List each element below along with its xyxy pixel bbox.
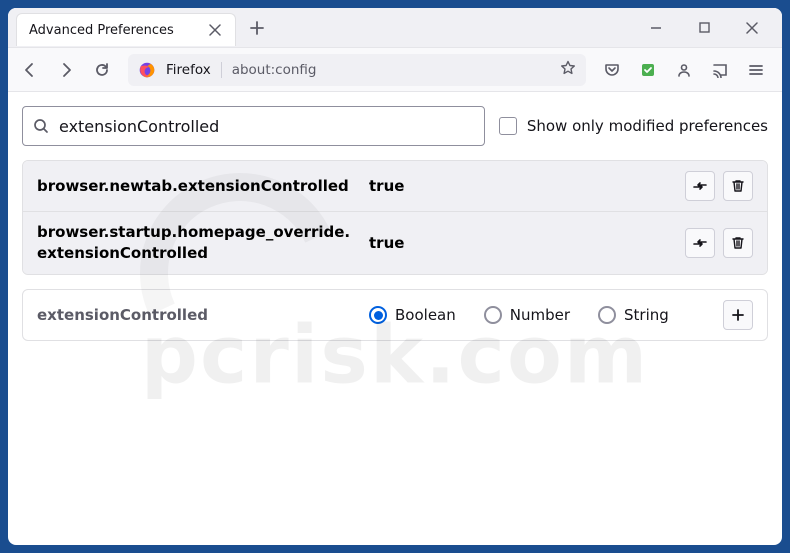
checkbox-icon bbox=[499, 117, 517, 135]
forward-button[interactable] bbox=[50, 54, 82, 86]
search-icon bbox=[33, 118, 49, 134]
url-identity-label: Firefox bbox=[166, 62, 222, 78]
close-window-button[interactable] bbox=[730, 12, 774, 44]
delete-button[interactable] bbox=[723, 228, 753, 258]
type-radio-string[interactable]: String bbox=[598, 306, 669, 324]
search-value: extensionControlled bbox=[59, 117, 219, 136]
url-bar[interactable]: Firefox about:config bbox=[128, 54, 586, 86]
type-radio-boolean[interactable]: Boolean bbox=[369, 306, 456, 324]
url-text: about:config bbox=[232, 62, 317, 78]
about-config-search-input[interactable]: extensionControlled bbox=[22, 106, 485, 146]
radio-label: Boolean bbox=[395, 306, 456, 324]
toggle-button[interactable] bbox=[685, 228, 715, 258]
extension-icon[interactable] bbox=[632, 54, 664, 86]
tab-title: Advanced Preferences bbox=[29, 23, 174, 38]
app-menu-button[interactable] bbox=[740, 54, 772, 86]
pref-row: extensionControlled Boolean Number Strin… bbox=[23, 290, 767, 340]
bookmark-star-icon[interactable] bbox=[560, 60, 576, 80]
navigation-toolbar: Firefox about:config bbox=[8, 48, 782, 92]
radio-label: String bbox=[624, 306, 669, 324]
about-config-content: pcrisk.com extensionControlled Show only… bbox=[8, 92, 782, 545]
pref-value: true bbox=[369, 177, 673, 195]
pref-value: true bbox=[369, 234, 673, 252]
titlebar: Advanced Preferences bbox=[8, 8, 782, 48]
add-preference-button[interactable] bbox=[723, 300, 753, 330]
new-preference-row: extensionControlled Boolean Number Strin… bbox=[22, 289, 768, 341]
back-button[interactable] bbox=[14, 54, 46, 86]
show-only-modified-checkbox[interactable]: Show only modified preferences bbox=[499, 117, 768, 135]
browser-tab[interactable]: Advanced Preferences bbox=[16, 13, 236, 46]
new-tab-button[interactable] bbox=[242, 13, 272, 43]
toggle-button[interactable] bbox=[685, 171, 715, 201]
maximize-button[interactable] bbox=[682, 12, 726, 44]
reload-button[interactable] bbox=[86, 54, 118, 86]
radio-icon bbox=[369, 306, 387, 324]
account-icon[interactable] bbox=[668, 54, 700, 86]
pref-name: browser.newtab.extensionControlled bbox=[37, 176, 357, 197]
radio-icon bbox=[598, 306, 616, 324]
pref-name: browser.startup.homepage_override.extens… bbox=[37, 222, 357, 264]
pocket-icon[interactable] bbox=[596, 54, 628, 86]
pref-row[interactable]: browser.newtab.extensionControlled true bbox=[23, 161, 767, 211]
minimize-button[interactable] bbox=[634, 12, 678, 44]
firefox-logo-icon bbox=[138, 61, 156, 79]
window-controls bbox=[634, 12, 774, 44]
preferences-table: browser.newtab.extensionControlled true … bbox=[22, 160, 768, 275]
close-tab-icon[interactable] bbox=[207, 22, 223, 38]
delete-button[interactable] bbox=[723, 171, 753, 201]
radio-label: Number bbox=[510, 306, 570, 324]
pref-row[interactable]: browser.startup.homepage_override.extens… bbox=[23, 212, 767, 274]
radio-icon bbox=[484, 306, 502, 324]
cast-icon[interactable] bbox=[704, 54, 736, 86]
new-pref-name: extensionControlled bbox=[37, 305, 357, 326]
show-only-modified-label: Show only modified preferences bbox=[527, 117, 768, 135]
type-radio-number[interactable]: Number bbox=[484, 306, 570, 324]
